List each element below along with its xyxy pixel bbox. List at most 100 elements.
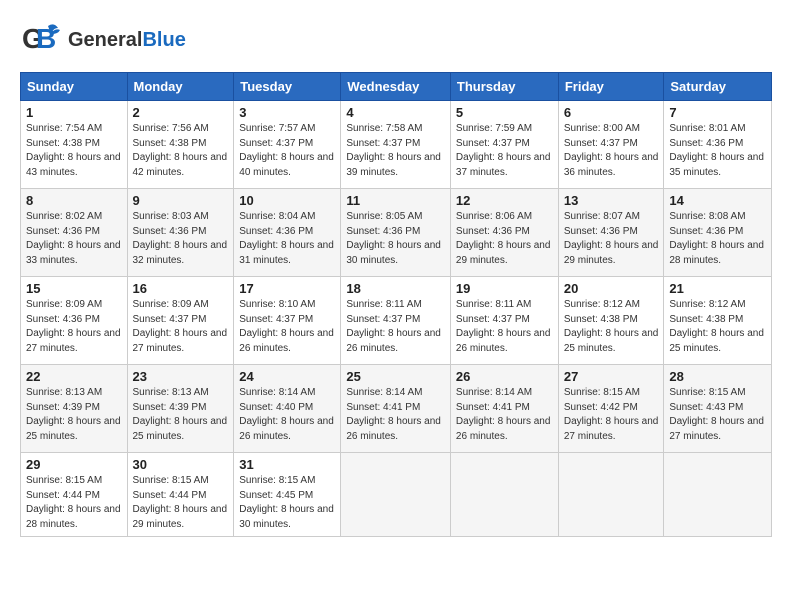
calendar-cell <box>558 453 664 537</box>
calendar-cell: 16 Sunrise: 8:09 AMSunset: 4:37 PMDayligh… <box>127 277 234 365</box>
day-info: Sunrise: 7:59 AMSunset: 4:37 PMDaylight:… <box>456 122 553 180</box>
calendar-cell: 20 Sunrise: 8:12 AMSunset: 4:38 PMDayligh… <box>558 277 664 365</box>
calendar-cell: 13 Sunrise: 8:07 AMSunset: 4:36 PMDayligh… <box>558 189 664 277</box>
day-number: 10 <box>239 193 335 208</box>
day-info: Sunrise: 8:03 AMSunset: 4:36 PMDaylight:… <box>133 210 229 268</box>
day-info: Sunrise: 7:58 AMSunset: 4:37 PMDaylight:… <box>346 122 445 180</box>
day-info: Sunrise: 8:02 AMSunset: 4:36 PMDaylight:… <box>26 210 122 268</box>
day-info: Sunrise: 8:13 AMSunset: 4:39 PMDaylight:… <box>26 386 122 444</box>
day-number: 14 <box>669 193 766 208</box>
calendar-cell: 24 Sunrise: 8:14 AMSunset: 4:40 PMDayligh… <box>234 365 341 453</box>
calendar-cell: 23Sunrise: 8:13 AMSunset: 4:39 PMDayligh… <box>127 365 234 453</box>
day-info: Sunrise: 8:05 AMSunset: 4:36 PMDaylight:… <box>346 210 445 268</box>
calendar-header-wednesday: Wednesday <box>341 73 451 101</box>
day-info: Sunrise: 8:04 AMSunset: 4:36 PMDaylight:… <box>239 210 335 268</box>
calendar-cell <box>341 453 451 537</box>
day-number: 12 <box>456 193 553 208</box>
day-number: 6 <box>564 105 659 120</box>
calendar-cell: 19 Sunrise: 8:11 AMSunset: 4:37 PMDayligh… <box>450 277 558 365</box>
calendar-cell: 27Sunrise: 8:15 AMSunset: 4:42 PMDayligh… <box>558 365 664 453</box>
calendar-cell <box>664 453 772 537</box>
header: G B GeneralBlue <box>20 18 772 62</box>
day-info: Sunrise: 8:09 AMSunset: 4:37 PMDaylight:… <box>133 298 229 356</box>
calendar-cell: 30 Sunrise: 8:15 AMSunset: 4:44 PMDayligh… <box>127 453 234 537</box>
day-number: 25 <box>346 369 445 384</box>
calendar-cell: 6 Sunrise: 8:00 AMSunset: 4:37 PMDaylight… <box>558 101 664 189</box>
calendar-cell: 26 Sunrise: 8:14 AMSunset: 4:41 PMDayligh… <box>450 365 558 453</box>
day-info: Sunrise: 8:00 AMSunset: 4:37 PMDaylight:… <box>564 122 659 180</box>
day-number: 21 <box>669 281 766 296</box>
day-number: 8 <box>26 193 122 208</box>
day-info: Sunrise: 8:14 AMSunset: 4:41 PMDaylight:… <box>456 386 553 444</box>
calendar-header-tuesday: Tuesday <box>234 73 341 101</box>
logo-general: General <box>68 29 142 51</box>
day-number: 30 <box>133 457 229 472</box>
day-info: Sunrise: 8:15 AMSunset: 4:44 PMDaylight:… <box>26 474 122 532</box>
day-info: Sunrise: 8:15 AMSunset: 4:44 PMDaylight:… <box>133 474 229 532</box>
calendar-cell: 17 Sunrise: 8:10 AMSunset: 4:37 PMDayligh… <box>234 277 341 365</box>
day-number: 13 <box>564 193 659 208</box>
day-info: Sunrise: 8:09 AMSunset: 4:36 PMDaylight:… <box>26 298 122 356</box>
logo-icon: G B <box>20 18 64 62</box>
day-info: Sunrise: 7:57 AMSunset: 4:37 PMDaylight:… <box>239 122 335 180</box>
calendar-cell: 15 Sunrise: 8:09 AMSunset: 4:36 PMDayligh… <box>21 277 128 365</box>
logo: G B GeneralBlue <box>20 18 186 62</box>
day-info: Sunrise: 8:06 AMSunset: 4:36 PMDaylight:… <box>456 210 553 268</box>
calendar-cell: 31 Sunrise: 8:15 AMSunset: 4:45 PMDayligh… <box>234 453 341 537</box>
day-number: 31 <box>239 457 335 472</box>
day-number: 19 <box>456 281 553 296</box>
day-number: 9 <box>133 193 229 208</box>
day-info: Sunrise: 8:15 AMSunset: 4:42 PMDaylight:… <box>564 386 659 444</box>
calendar-header-row: SundayMondayTuesdayWednesdayThursdayFrid… <box>21 73 772 101</box>
calendar-cell: 18 Sunrise: 8:11 AMSunset: 4:37 PMDayligh… <box>341 277 451 365</box>
day-number: 24 <box>239 369 335 384</box>
logo-blue: Blue <box>142 29 185 51</box>
day-info: Sunrise: 8:11 AMSunset: 4:37 PMDaylight:… <box>456 298 553 356</box>
day-number: 23 <box>133 369 229 384</box>
calendar-cell: 28Sunrise: 8:15 AMSunset: 4:43 PMDayligh… <box>664 365 772 453</box>
calendar-header-friday: Friday <box>558 73 664 101</box>
calendar: SundayMondayTuesdayWednesdayThursdayFrid… <box>20 72 772 537</box>
calendar-cell: 12 Sunrise: 8:06 AMSunset: 4:36 PMDayligh… <box>450 189 558 277</box>
calendar-cell: 29 Sunrise: 8:15 AMSunset: 4:44 PMDayligh… <box>21 453 128 537</box>
calendar-cell: 3 Sunrise: 7:57 AMSunset: 4:37 PMDaylight… <box>234 101 341 189</box>
page: G B GeneralBlue SundayMondayTuesdayWedne… <box>0 0 792 612</box>
day-number: 26 <box>456 369 553 384</box>
calendar-cell: 14Sunrise: 8:08 AMSunset: 4:36 PMDayligh… <box>664 189 772 277</box>
calendar-cell: 5Sunrise: 7:59 AMSunset: 4:37 PMDaylight… <box>450 101 558 189</box>
day-number: 18 <box>346 281 445 296</box>
day-number: 2 <box>133 105 229 120</box>
day-number: 15 <box>26 281 122 296</box>
day-number: 20 <box>564 281 659 296</box>
calendar-cell: 22Sunrise: 8:13 AMSunset: 4:39 PMDayligh… <box>21 365 128 453</box>
calendar-cell: 9 Sunrise: 8:03 AMSunset: 4:36 PMDaylight… <box>127 189 234 277</box>
day-number: 29 <box>26 457 122 472</box>
day-info: Sunrise: 8:12 AMSunset: 4:38 PMDaylight:… <box>669 298 766 356</box>
day-info: Sunrise: 8:10 AMSunset: 4:37 PMDaylight:… <box>239 298 335 356</box>
calendar-header-monday: Monday <box>127 73 234 101</box>
day-info: Sunrise: 8:01 AMSunset: 4:36 PMDaylight:… <box>669 122 766 180</box>
day-number: 1 <box>26 105 122 120</box>
day-number: 7 <box>669 105 766 120</box>
calendar-cell: 25Sunrise: 8:14 AMSunset: 4:41 PMDayligh… <box>341 365 451 453</box>
calendar-cell: 4 Sunrise: 7:58 AMSunset: 4:37 PMDaylight… <box>341 101 451 189</box>
calendar-cell: 2 Sunrise: 7:56 AMSunset: 4:38 PMDaylight… <box>127 101 234 189</box>
day-info: Sunrise: 8:14 AMSunset: 4:40 PMDaylight:… <box>239 386 335 444</box>
calendar-cell: 11 Sunrise: 8:05 AMSunset: 4:36 PMDayligh… <box>341 189 451 277</box>
day-number: 3 <box>239 105 335 120</box>
calendar-header-thursday: Thursday <box>450 73 558 101</box>
day-info: Sunrise: 7:56 AMSunset: 4:38 PMDaylight:… <box>133 122 229 180</box>
calendar-cell: 8 Sunrise: 8:02 AMSunset: 4:36 PMDaylight… <box>21 189 128 277</box>
day-info: Sunrise: 8:15 AMSunset: 4:45 PMDaylight:… <box>239 474 335 532</box>
day-number: 4 <box>346 105 445 120</box>
calendar-header-sunday: Sunday <box>21 73 128 101</box>
day-number: 17 <box>239 281 335 296</box>
day-number: 28 <box>669 369 766 384</box>
day-info: Sunrise: 8:07 AMSunset: 4:36 PMDaylight:… <box>564 210 659 268</box>
calendar-cell: 21 Sunrise: 8:12 AMSunset: 4:38 PMDayligh… <box>664 277 772 365</box>
day-number: 11 <box>346 193 445 208</box>
day-info: Sunrise: 8:11 AMSunset: 4:37 PMDaylight:… <box>346 298 445 356</box>
day-number: 16 <box>133 281 229 296</box>
day-info: Sunrise: 8:12 AMSunset: 4:38 PMDaylight:… <box>564 298 659 356</box>
calendar-cell: 10 Sunrise: 8:04 AMSunset: 4:36 PMDayligh… <box>234 189 341 277</box>
